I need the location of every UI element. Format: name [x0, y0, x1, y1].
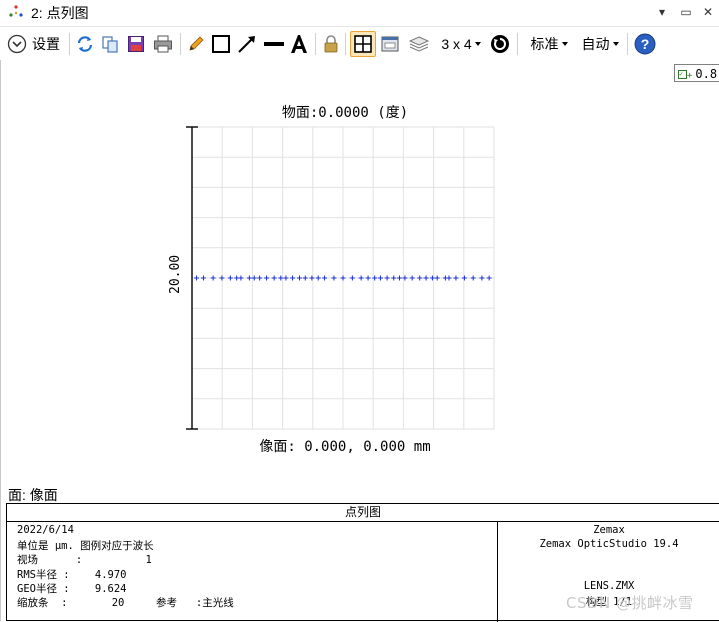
spot-point — [315, 275, 321, 281]
spot-point — [384, 275, 390, 281]
spot-points — [194, 275, 492, 281]
footer-file: LENS.ZMX — [583, 580, 635, 592]
footer-rms-radius: RMS半径 : 4.970 — [17, 569, 127, 581]
spot-point — [391, 275, 397, 281]
spot-point — [331, 275, 337, 281]
spot-point — [271, 275, 277, 281]
spot-point — [417, 275, 423, 281]
spot-point — [200, 275, 206, 281]
footer-title: 点列图 — [7, 504, 719, 522]
spot-point — [377, 275, 383, 281]
spot-point — [486, 275, 492, 281]
spot-point — [446, 275, 452, 281]
spot-point — [290, 275, 296, 281]
spot-point — [396, 275, 402, 281]
spot-point — [246, 275, 252, 281]
spot-point — [340, 275, 346, 281]
spot-point — [349, 275, 355, 281]
spot-point — [453, 275, 459, 281]
spot-point — [409, 275, 415, 281]
spot-point — [210, 275, 216, 281]
spot-point — [434, 275, 440, 281]
spot-point — [309, 275, 315, 281]
footer-product: Zemax OpticStudio 19.4 — [539, 538, 679, 550]
spot-point — [297, 275, 303, 281]
spot-point — [302, 275, 308, 281]
spot-point — [479, 275, 485, 281]
watermark: CSDN @挑衅冰雪 — [566, 594, 694, 612]
spot-point — [227, 275, 233, 281]
scale-bar-label: 20.00 — [168, 254, 183, 294]
footer-units: 单位是 μm. 图例对应于波长 — [17, 540, 154, 552]
image-plane-label: 像面: 0.000, 0.000 mm — [259, 439, 431, 455]
spot-point — [194, 275, 200, 281]
footer-field: 视场 : 1 — [17, 554, 152, 566]
spot-point — [365, 275, 371, 281]
spot-point — [322, 275, 328, 281]
spot-point — [238, 275, 244, 281]
spot-point — [423, 275, 429, 281]
spot-point — [283, 275, 289, 281]
footer-date: 2022/6/14 — [17, 524, 74, 536]
spot-point — [429, 275, 435, 281]
spot-point — [461, 275, 467, 281]
spot-point — [219, 275, 225, 281]
spot-point — [470, 275, 476, 281]
footer-vendor: Zemax — [593, 524, 625, 536]
footer-scale-reference: 缩放条 : 20 参考 :主光线 — [17, 597, 234, 609]
surface-label: 面: 像面 — [8, 487, 58, 503]
footer-geo-radius: GEO半径 : 9.624 — [17, 583, 127, 595]
spot-point — [257, 275, 263, 281]
spot-point — [264, 275, 270, 281]
spot-point — [358, 275, 364, 281]
